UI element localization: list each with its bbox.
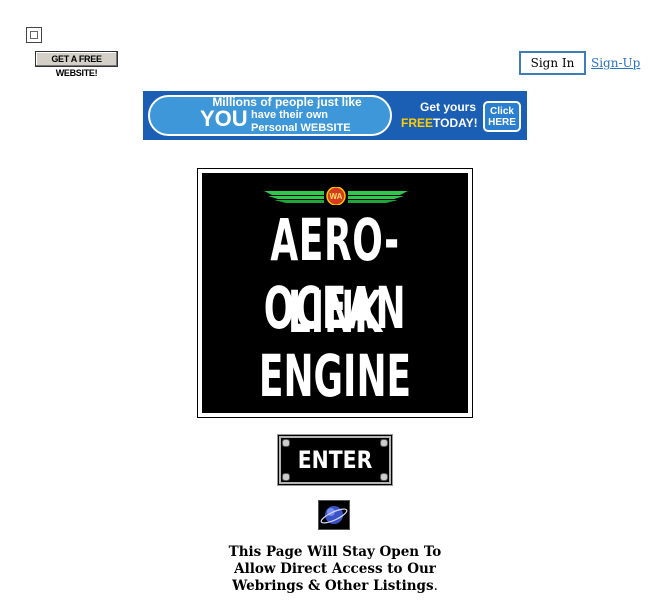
- sign-in-button[interactable]: Sign In: [519, 51, 586, 75]
- banner-line2: have their own: [251, 109, 329, 121]
- sign-up-link[interactable]: Sign-Up: [591, 56, 640, 70]
- enter-button[interactable]: ENTER: [277, 434, 393, 486]
- get-free-website-button[interactable]: GET A FREE WEBSITE!: [35, 51, 118, 78]
- banner-click-here-button[interactable]: Click HERE: [483, 101, 521, 132]
- logo-line2: LINK: [287, 278, 383, 346]
- site-logo: WA AERO-OCEAN LINK ENGINE: [197, 168, 473, 418]
- notice-line3: Webrings & Other Listings.: [160, 578, 510, 595]
- screw-icon: [282, 473, 290, 481]
- notice-line1: This Page Will Stay Open To: [228, 544, 442, 560]
- banner-free: FREE: [401, 116, 434, 130]
- banner-line3: Personal WEBSITE: [251, 122, 351, 134]
- ad-banner[interactable]: Millions of people just like YOU have th…: [143, 91, 527, 140]
- winged-badge-icon: WA: [264, 187, 408, 205]
- planet-icon[interactable]: [318, 500, 350, 530]
- banner-get-yours: Get yours: [419, 100, 476, 114]
- planet-graphic: [320, 506, 348, 524]
- notice-period: .: [433, 578, 438, 594]
- banner-today: TODAY!: [433, 116, 478, 130]
- broken-image-icon: [26, 27, 42, 43]
- screw-icon: [380, 473, 388, 481]
- enter-label: ENTER: [297, 446, 373, 474]
- notice-line3-text: Webrings & Other Listings: [232, 578, 434, 594]
- notice-text: This Page Will Stay Open To Allow Direct…: [160, 544, 510, 595]
- logo-line3: ENGINE: [258, 342, 412, 410]
- badge-text: WA: [330, 192, 343, 201]
- banner-you: YOU: [200, 106, 248, 131]
- notice-line2: Allow Direct Access to Our: [234, 561, 436, 577]
